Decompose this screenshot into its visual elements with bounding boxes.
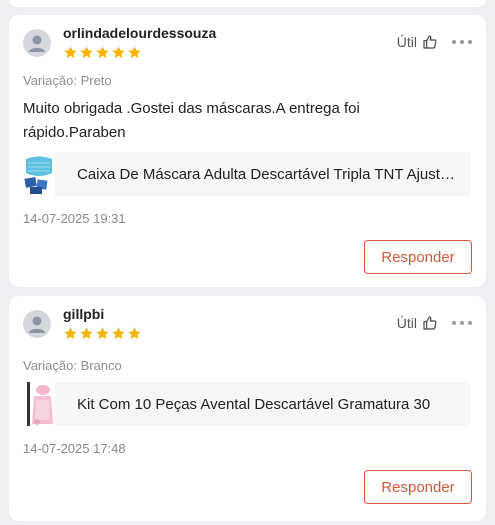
star-icon	[80, 46, 93, 59]
product-title: Caixa De Máscara Adulta Descartável Trip…	[77, 165, 462, 183]
reviewer-username: orlindadelourdessouza	[63, 25, 217, 41]
helpful-label: Útil	[396, 315, 417, 331]
star-icon	[64, 327, 77, 340]
variation-label: Variação: Preto	[23, 73, 112, 88]
product-thumbnail	[23, 152, 55, 196]
user-avatar-icon	[23, 29, 51, 57]
more-options-icon[interactable]	[452, 34, 472, 50]
reply-button[interactable]: Responder	[364, 240, 472, 274]
variation-label: Variação: Branco	[23, 358, 122, 373]
review-date: 14-07-2025 17:48	[23, 441, 126, 456]
product-link[interactable]: Kit Com 10 Peças Avental Descartável Gra…	[23, 382, 471, 426]
review-comment: Muito obrigada .Gostei das máscaras.A en…	[23, 100, 360, 141]
helpful-button[interactable]: Útil	[397, 34, 438, 50]
rating-stars	[63, 45, 142, 60]
rating-stars	[63, 326, 142, 341]
review-card: gillpbi Útil Variação: Branco Kit Com 10…	[9, 296, 486, 521]
product-title: Kit Com 10 Peças Avental Descartável Gra…	[77, 395, 431, 413]
star-icon	[64, 46, 77, 59]
review-date: 14-07-2025 19:31	[23, 211, 126, 226]
star-icon	[128, 46, 141, 59]
star-icon	[96, 327, 109, 340]
helpful-button[interactable]: Útil	[397, 315, 438, 331]
helpful-label: Útil	[396, 34, 417, 50]
review-card: orlindadelourdessouza Útil Variação: Pre…	[9, 15, 486, 287]
star-icon	[96, 46, 109, 59]
star-icon	[128, 327, 141, 340]
thumbs-up-icon	[423, 316, 437, 330]
more-options-icon[interactable]	[452, 315, 472, 331]
star-icon	[80, 327, 93, 340]
star-icon	[112, 327, 125, 340]
reply-button[interactable]: Responder	[364, 470, 472, 504]
product-link[interactable]: Caixa De Máscara Adulta Descartável Trip…	[23, 152, 471, 196]
previous-review-card-edge	[9, 0, 486, 7]
thumbs-up-icon	[423, 35, 437, 49]
star-icon	[112, 46, 125, 59]
user-avatar-icon	[23, 310, 51, 338]
reviewer-username: gillpbi	[63, 306, 105, 322]
product-thumbnail	[23, 382, 55, 426]
